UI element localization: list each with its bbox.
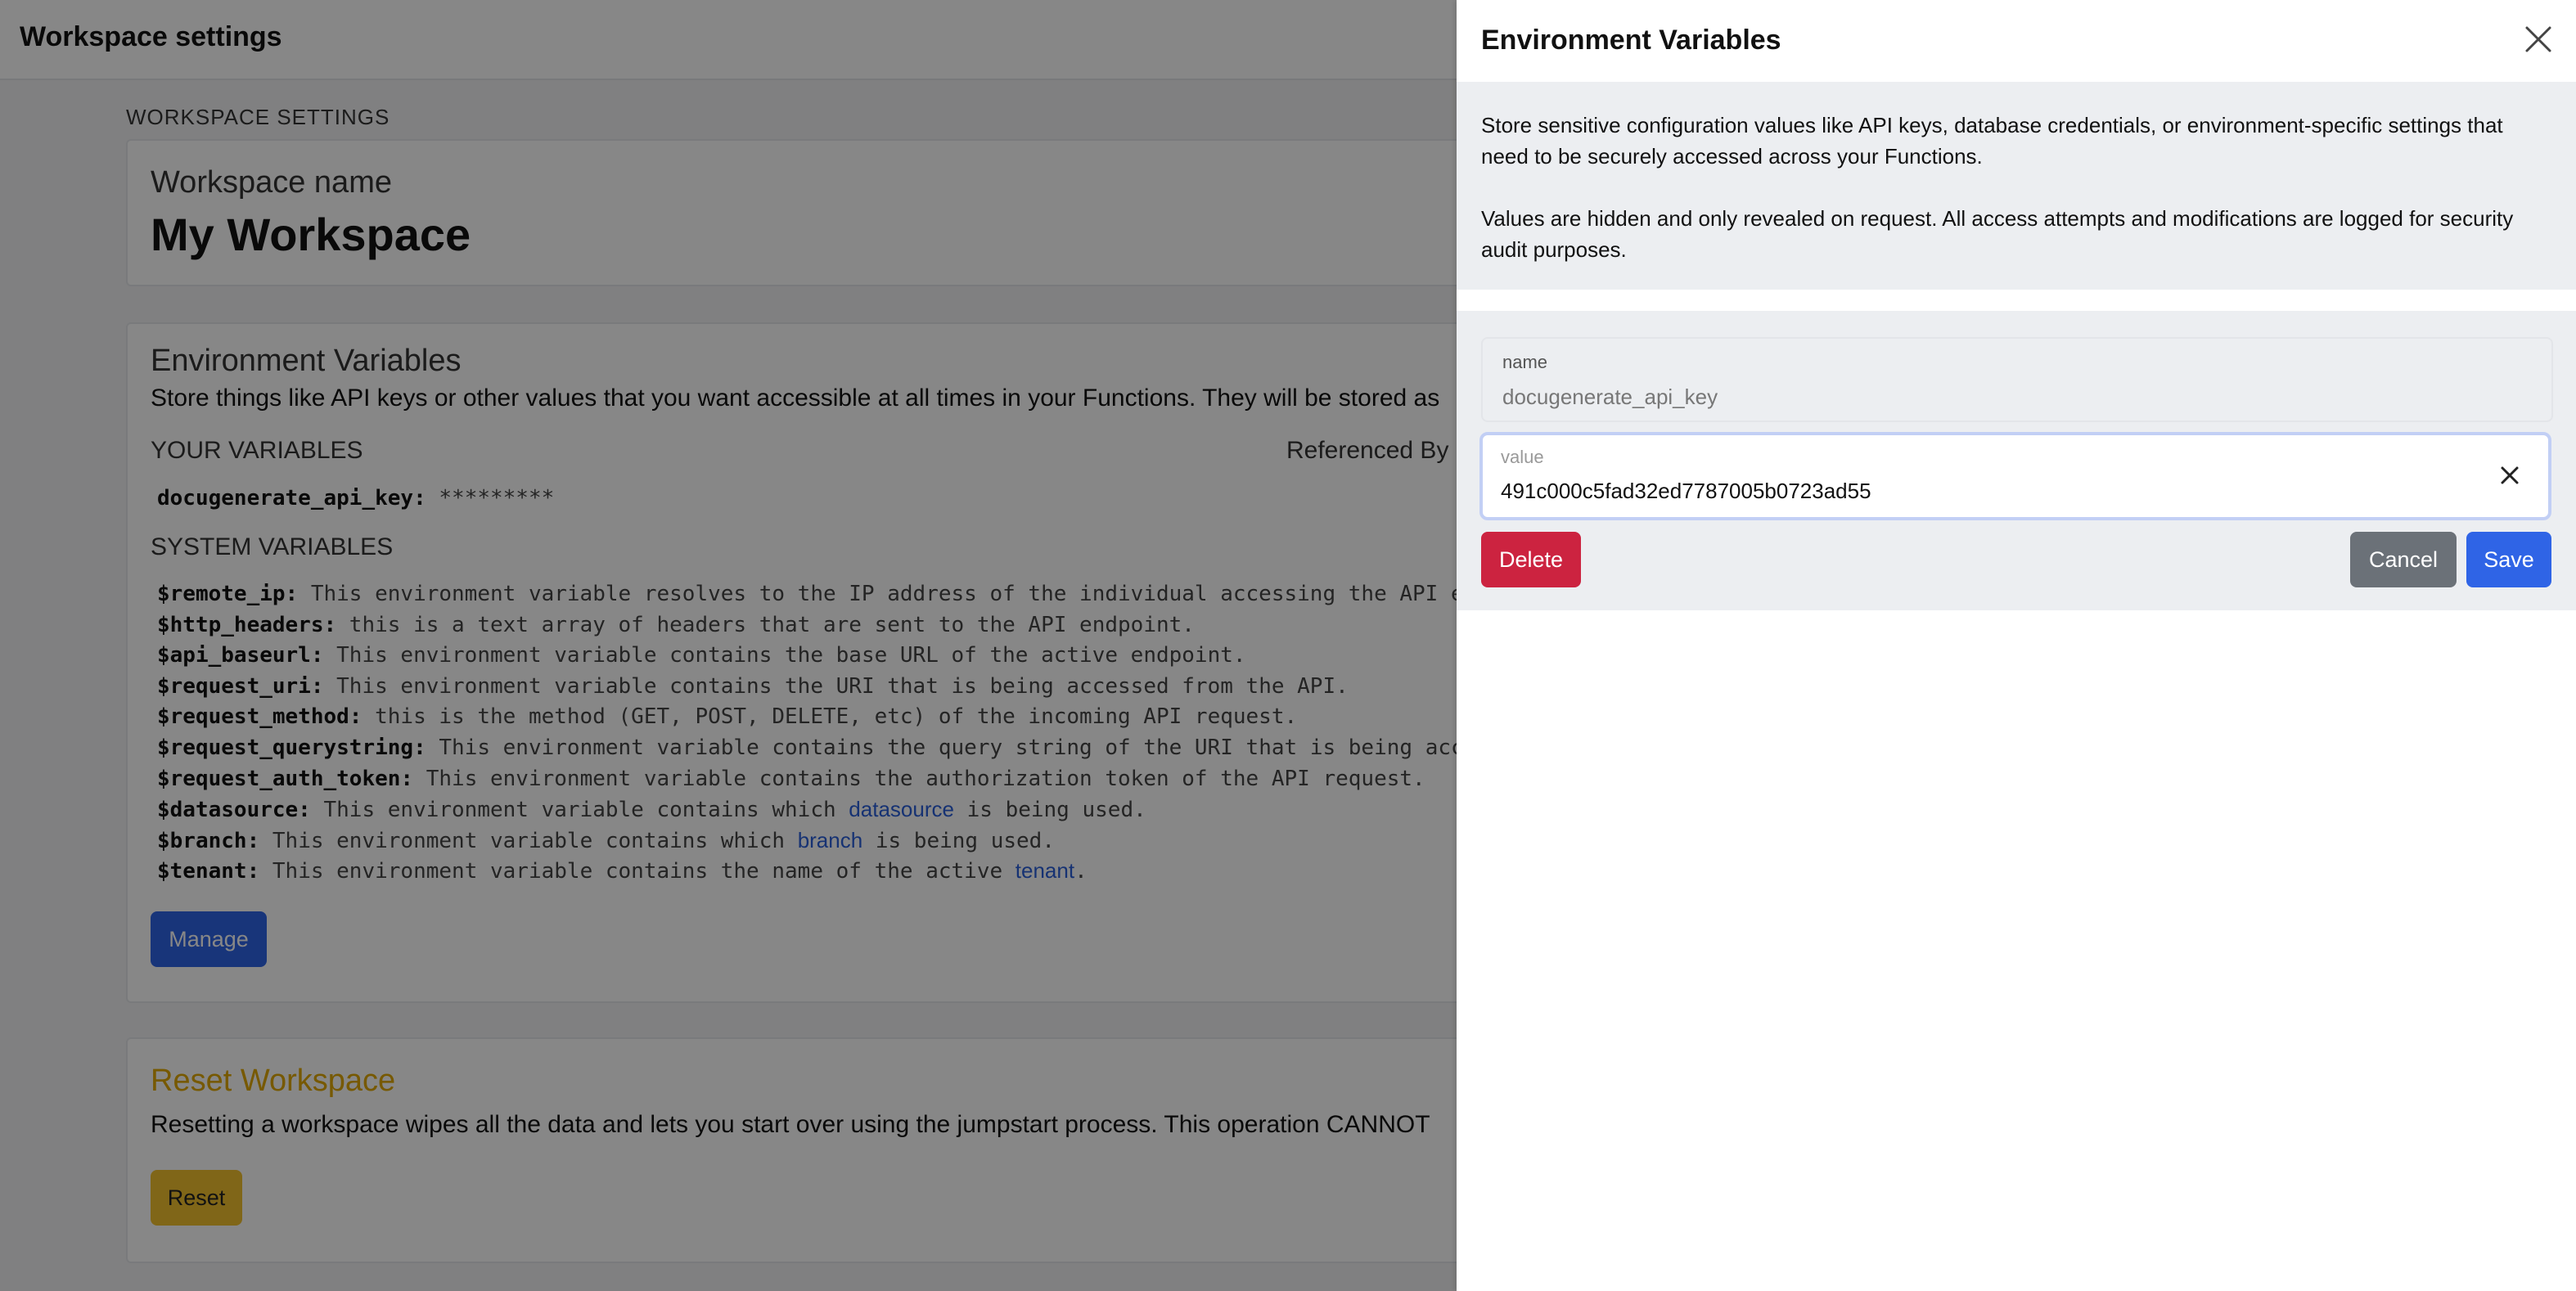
close-icon[interactable] bbox=[2522, 23, 2555, 56]
name-field: name docugenerate_api_key bbox=[1481, 337, 2553, 422]
save-button[interactable]: Save bbox=[2466, 532, 2551, 587]
delete-button[interactable]: Delete bbox=[1481, 532, 1581, 587]
value-input[interactable] bbox=[1501, 476, 2483, 506]
panel-header: Environment Variables bbox=[1457, 0, 2576, 82]
panel-info-text-2: Values are hidden and only revealed on r… bbox=[1481, 206, 2514, 262]
name-field-label: name bbox=[1502, 352, 1548, 372]
environment-variables-panel: Environment Variables Store sensitive co… bbox=[1457, 0, 2576, 1291]
variable-edit-form: name docugenerate_api_key value Delete C… bbox=[1457, 311, 2576, 610]
value-field[interactable]: value bbox=[1479, 432, 2551, 520]
panel-title: Environment Variables bbox=[1481, 25, 1781, 56]
modal-backdrop[interactable] bbox=[0, 0, 1457, 1291]
panel-info-box: Store sensitive configuration values lik… bbox=[1457, 82, 2576, 290]
panel-info-text-1: Store sensitive configuration values lik… bbox=[1481, 113, 2503, 169]
clear-icon[interactable] bbox=[2497, 463, 2522, 488]
cancel-button[interactable]: Cancel bbox=[2350, 532, 2457, 587]
name-field-value: docugenerate_api_key bbox=[1502, 385, 1718, 409]
value-field-label: value bbox=[1501, 447, 1544, 467]
